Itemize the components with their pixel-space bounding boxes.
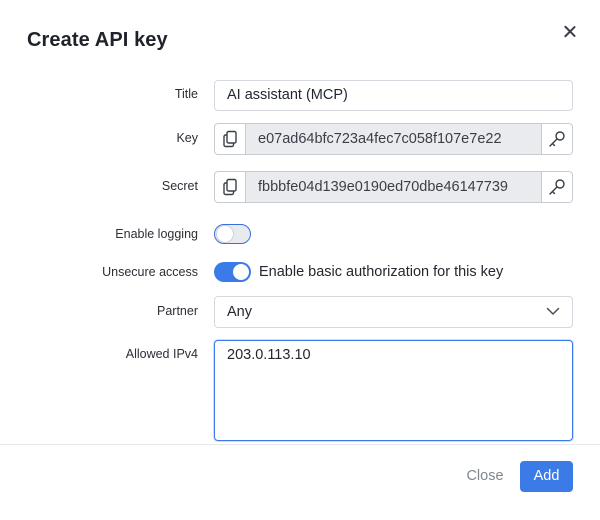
generate-key-button[interactable]: [541, 123, 573, 155]
unsecure-access-toggle[interactable]: [214, 262, 251, 282]
secret-value: fbbbfe04d139e0190ed70dbe46147739: [246, 171, 541, 203]
key-icon: [549, 131, 565, 147]
create-api-key-dialog: Create API key Title AI assistant (MCP) …: [0, 0, 600, 520]
generate-secret-button[interactable]: [541, 171, 573, 203]
copy-key-button[interactable]: [214, 123, 246, 155]
key-label: Key: [176, 131, 198, 145]
allowed-ipv4-textarea[interactable]: 203.0.113.10: [214, 340, 573, 441]
toggle-knob: [233, 264, 249, 280]
copy-icon: [223, 130, 237, 148]
allowed-ipv4-label: Allowed IPv4: [125, 347, 198, 361]
enable-logging-label: Enable logging: [115, 227, 198, 241]
secret-field-group: fbbbfe04d139e0190ed70dbe46147739: [214, 171, 573, 203]
title-label: Title: [174, 87, 198, 101]
key-value: e07ad64bfc723a4fec7c058f107e7e22: [246, 123, 541, 155]
unsecure-access-label: Unsecure access: [102, 265, 198, 279]
partner-label: Partner: [157, 304, 198, 318]
dialog-title: Create API key: [27, 29, 168, 51]
secret-label: Secret: [161, 179, 198, 193]
copy-secret-button[interactable]: [214, 171, 246, 203]
close-button[interactable]: Close: [461, 461, 509, 492]
enable-logging-toggle[interactable]: [214, 224, 251, 244]
key-icon: [549, 179, 565, 195]
key-field-group: e07ad64bfc723a4fec7c058f107e7e22: [214, 123, 573, 155]
close-icon[interactable]: [559, 21, 581, 43]
copy-icon: [223, 178, 237, 196]
unsecure-access-text: Enable basic authorization for this key: [259, 264, 504, 280]
add-button[interactable]: Add: [520, 461, 573, 492]
partner-select[interactable]: Any: [214, 296, 573, 328]
chevron-down-icon: [546, 307, 560, 315]
toggle-knob: [217, 226, 233, 242]
dialog-footer: [0, 444, 600, 520]
partner-selected-value: Any: [227, 304, 252, 320]
title-input[interactable]: AI assistant (MCP): [214, 80, 573, 111]
